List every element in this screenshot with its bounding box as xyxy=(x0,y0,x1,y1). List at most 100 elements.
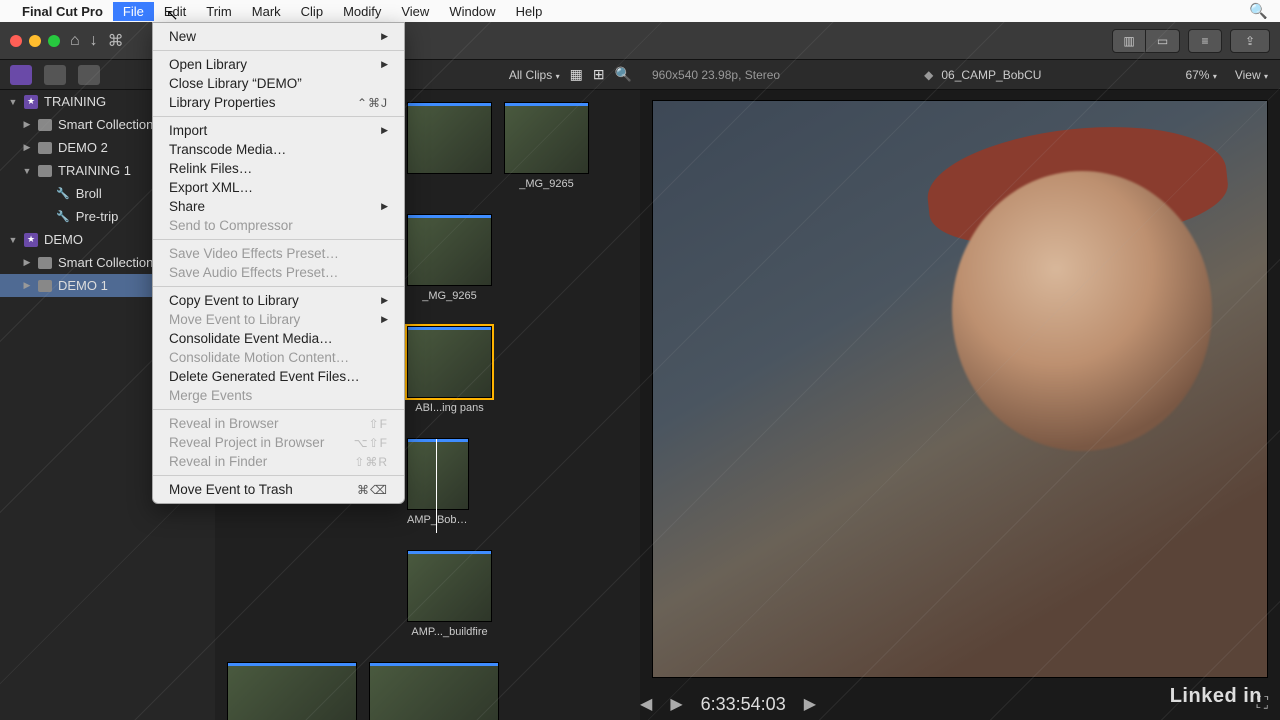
menu-item[interactable]: Share xyxy=(153,197,404,216)
menu-mark[interactable]: Mark xyxy=(242,2,291,21)
zoom-window-icon[interactable] xyxy=(48,35,60,47)
close-window-icon[interactable] xyxy=(10,35,22,47)
folder-icon xyxy=(38,165,52,177)
menu-item[interactable]: Consolidate Event Media… xyxy=(153,329,404,348)
zoom-level-dropdown[interactable]: 67% ▾ xyxy=(1185,68,1216,82)
menu-item-label: Copy Event to Library xyxy=(169,293,299,308)
clip-thumbnail[interactable] xyxy=(369,662,499,720)
menu-item-label: Move Event to Library xyxy=(169,312,300,327)
menu-item-label: Consolidate Event Media… xyxy=(169,331,333,346)
clip-item[interactable]: 06_CAMP..._tracking xyxy=(369,662,499,720)
folder-icon xyxy=(38,280,52,292)
library-star-icon: ★ xyxy=(24,95,38,109)
share-button[interactable]: ⇪ xyxy=(1230,29,1270,53)
menu-shortcut: ⌃⌘J xyxy=(357,96,388,110)
menu-clip[interactable]: Clip xyxy=(291,2,333,21)
view-menu-dropdown[interactable]: View ▾ xyxy=(1235,68,1268,82)
viewer-clip-name: 06_CAMP_BobCU xyxy=(941,68,1041,82)
clip-label xyxy=(407,178,492,190)
grid-layout-icon[interactable]: ▦ xyxy=(570,66,583,83)
clip-item[interactable] xyxy=(407,102,492,190)
folder-icon xyxy=(38,257,52,269)
menu-item[interactable]: Delete Generated Event Files… xyxy=(153,367,404,386)
menu-view[interactable]: View xyxy=(391,2,439,21)
prev-edit-button[interactable]: ◀ xyxy=(640,694,652,714)
menu-item[interactable]: Transcode Media… xyxy=(153,140,404,159)
menu-item[interactable]: Copy Event to Library xyxy=(153,291,404,310)
menu-item[interactable]: Close Library “DEMO” xyxy=(153,74,404,93)
menu-item[interactable]: Move Event to Trash⌘⌫ xyxy=(153,480,404,499)
menu-item[interactable]: Export XML… xyxy=(153,178,404,197)
menu-window[interactable]: Window xyxy=(439,2,505,21)
clip-thumbnail[interactable] xyxy=(407,214,492,286)
clip-thumbnail[interactable] xyxy=(407,550,492,622)
playhead-indicator[interactable] xyxy=(436,439,437,533)
menu-item[interactable]: Open Library xyxy=(153,55,404,74)
menu-item: Save Video Effects Preset… xyxy=(153,244,404,263)
menu-edit[interactable]: Edit xyxy=(154,2,196,21)
play-button[interactable]: ▶ xyxy=(670,694,682,714)
menu-trim[interactable]: Trim xyxy=(196,2,242,21)
clip-thumbnail[interactable] xyxy=(407,438,469,510)
folder-icon xyxy=(38,119,52,131)
group-icon[interactable]: ⊞ xyxy=(593,66,605,83)
menu-file[interactable]: File xyxy=(113,2,154,21)
menu-item-label: Close Library “DEMO” xyxy=(169,76,302,91)
next-edit-button[interactable]: ▶ xyxy=(804,694,816,714)
clip-resolution-info: 960x540 23.98p, Stereo xyxy=(652,68,780,82)
menu-shortcut: ⌘⌫ xyxy=(357,483,388,497)
menu-modify[interactable]: Modify xyxy=(333,2,391,21)
keyword-wrench-icon: 🔧 xyxy=(56,210,70,223)
menu-item[interactable]: Library Properties ⌃⌘J xyxy=(153,93,404,112)
minimize-window-icon[interactable] xyxy=(29,35,41,47)
sidebar-item-label: DEMO 2 xyxy=(58,140,108,155)
menu-item-label: Import xyxy=(169,123,207,138)
filmstrip-view-button[interactable]: ▭ xyxy=(1146,29,1180,53)
search-icon[interactable]: 🔍 xyxy=(615,66,632,83)
list-view-button[interactable]: ▥ xyxy=(1112,29,1146,53)
sidebar-item-label: TRAINING xyxy=(44,94,106,109)
clip-thumbnail[interactable] xyxy=(227,662,357,720)
menu-item: Consolidate Motion Content… xyxy=(153,348,404,367)
menu-item-label: Merge Events xyxy=(169,388,252,403)
menu-help[interactable]: Help xyxy=(506,2,553,21)
library-sidebar-icon[interactable] xyxy=(10,65,32,85)
keyword-tag-icon[interactable]: ⌘ xyxy=(108,31,124,51)
clip-thumbnail[interactable] xyxy=(407,102,492,174)
clip-item[interactable]: _MG_9265 xyxy=(407,214,492,302)
menu-item-label: Library Properties xyxy=(169,95,276,110)
sidebar-item-label: Smart Collection xyxy=(58,117,153,132)
clip-item[interactable]: AMP_BobCU xyxy=(407,438,469,526)
menu-item-label: Save Audio Effects Preset… xyxy=(169,265,338,280)
clip-thumbnail[interactable] xyxy=(407,326,492,398)
clip-item[interactable]: _MG_9265 xyxy=(504,102,589,190)
clip-item[interactable]: 06_CAMP...fire_pans xyxy=(227,662,357,720)
sidebar-item-label: Smart Collection xyxy=(58,255,153,270)
key-icon[interactable]: ⌂ xyxy=(70,32,80,50)
titles-sidebar-icon[interactable] xyxy=(78,65,100,85)
library-star-icon: ★ xyxy=(24,233,38,247)
menu-item-label: Relink Files… xyxy=(169,161,252,176)
menu-item[interactable]: New xyxy=(153,27,404,46)
clip-appearance-button[interactable]: ≡ xyxy=(1188,29,1222,53)
import-down-icon[interactable]: ↓ xyxy=(90,32,98,50)
menu-item[interactable]: Import xyxy=(153,121,404,140)
viewer-canvas[interactable] xyxy=(652,100,1268,678)
clip-thumbnail[interactable] xyxy=(504,102,589,174)
menu-item-label: Share xyxy=(169,199,205,214)
spotlight-search-icon[interactable]: 🔍 xyxy=(1249,2,1268,20)
menu-shortcut: ⇧⌘R xyxy=(354,455,388,469)
clip-item[interactable]: ABI...ing pans xyxy=(407,326,492,414)
menu-item-label: Transcode Media… xyxy=(169,142,286,157)
file-menu-dropdown: New Open Library Close Library “DEMO” Libra… xyxy=(152,22,405,504)
menu-item[interactable]: Relink Files… xyxy=(153,159,404,178)
window-traffic-lights[interactable] xyxy=(10,35,60,47)
clip-filter-dropdown[interactable]: All Clips ▾ xyxy=(509,68,560,82)
menu-item: Move Event to Library xyxy=(153,310,404,329)
sidebar-item-label: Pre-trip xyxy=(76,209,119,224)
menu-item: Save Audio Effects Preset… xyxy=(153,263,404,282)
menu-shortcut: ⇧F xyxy=(369,417,388,431)
photos-sidebar-icon[interactable] xyxy=(44,65,66,85)
clip-item[interactable]: AMP..._buildfire xyxy=(407,550,492,638)
menu-item: Reveal in Finder⇧⌘R xyxy=(153,452,404,471)
